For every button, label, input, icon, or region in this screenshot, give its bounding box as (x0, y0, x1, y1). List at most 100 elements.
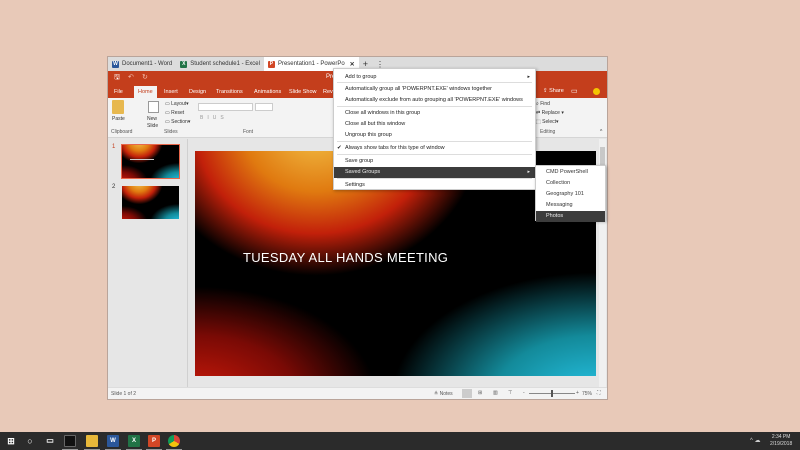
replace-label: Replace (541, 110, 560, 116)
menu-item-label: Ungroup this group (345, 132, 392, 138)
menu-item[interactable]: ✔ Always show tabs for this type of windo… (334, 143, 535, 154)
paste-button[interactable]: Paste (112, 116, 125, 122)
saved-group-item[interactable]: Collection (536, 178, 605, 189)
menu-item[interactable]: Settings (334, 180, 535, 191)
notes-button[interactable]: ≜ Notes (434, 391, 453, 397)
reset-label: Reset (171, 110, 185, 116)
section-label: Section (171, 119, 188, 125)
menu-separator (337, 141, 532, 142)
time: 2:34 PM (771, 434, 791, 440)
tab-context-menu: Add to group ▸ Automatically group all 'PO… (333, 68, 536, 190)
tab-label: Presentation1 - PowerPo (277, 61, 345, 67)
ribbon-tab-file[interactable]: File (110, 86, 127, 98)
collapse-ribbon-icon[interactable]: ^ (600, 129, 602, 135)
menu-item-label: Automatically exclude from auto grouping… (345, 97, 523, 103)
layout-button[interactable]: ▭ Layout▾ (165, 101, 189, 107)
comments-icon[interactable]: ▭ (571, 87, 578, 95)
close-tab-icon[interactable]: ✕ (350, 61, 355, 68)
new-slide-button[interactable]: New Slide (147, 116, 163, 130)
ribbon-tab-animations[interactable]: Animations (250, 86, 285, 98)
notes-label: Notes (439, 391, 453, 397)
menu-item-label: Settings (345, 182, 365, 188)
ribbon-tab-slideshow[interactable]: Slide Show (285, 86, 321, 98)
slides-group-label: Slides (164, 129, 178, 135)
saved-groups-submenu: CMD PowerShell Collection Geography 101 Mes… (535, 165, 606, 222)
slide-title[interactable]: TUESDAY ALL HANDS MEETING (243, 250, 448, 265)
menu-item[interactable]: Saved Groups ▸ (334, 167, 535, 178)
ribbon-tab-home[interactable]: Home (134, 86, 157, 98)
slide-thumbnail-1[interactable] (121, 144, 180, 179)
reset-button[interactable]: ▭ Reset (165, 110, 184, 116)
undo-icon[interactable]: ↶ (128, 73, 134, 81)
select-button[interactable]: ⬚ Select▾ (536, 119, 559, 125)
excel-icon: X (180, 60, 188, 68)
new-slide-icon[interactable] (148, 101, 159, 113)
select-label: Select (542, 119, 557, 125)
paste-icon[interactable] (112, 100, 124, 114)
word-taskbar-icon[interactable]: W (107, 435, 119, 447)
font-size-input[interactable] (255, 103, 273, 111)
saved-group-item[interactable]: CMD PowerShell (536, 167, 605, 178)
menu-item[interactable]: Close all windows in this group (334, 108, 535, 119)
font-name-input[interactable] (198, 103, 253, 111)
file-explorer-icon[interactable] (86, 435, 98, 447)
thumbnail-number: 2 (112, 184, 116, 190)
task-view-icon[interactable]: ▭ (44, 435, 56, 447)
saved-group-item[interactable]: Photos (536, 211, 605, 222)
slide-sorter-icon[interactable]: ⊞ (478, 390, 482, 396)
ribbon-tab-insert[interactable]: Insert (160, 86, 182, 98)
zoom-out-icon[interactable]: - (523, 390, 525, 396)
slide-counter: Slide 1 of 2 (111, 391, 137, 397)
submenu-arrow-icon: ▸ (527, 74, 530, 80)
powerpoint-taskbar-icon[interactable]: P (148, 435, 160, 447)
ribbon-tab-design[interactable]: Design (185, 86, 210, 98)
save-icon[interactable]: 🖫 (114, 73, 120, 84)
tab-excel[interactable]: X Student schedule1 - Excel (176, 57, 264, 71)
menu-item-label: Close all but this window (345, 121, 406, 127)
search-icon[interactable]: ○ (24, 435, 36, 447)
zoom-slider[interactable] (529, 390, 575, 397)
menu-item[interactable]: Close all but this window (334, 119, 535, 130)
zoom-in-icon[interactable]: + (576, 390, 579, 396)
smiley-icon[interactable] (593, 88, 600, 95)
normal-view-icon[interactable] (462, 389, 472, 398)
saved-group-item[interactable]: Geography 101 (536, 189, 605, 200)
menu-item[interactable]: Automatically exclude from auto grouping… (334, 95, 535, 106)
menu-item-label: Saved Groups (345, 169, 381, 175)
share-button[interactable]: ⇪ Share (543, 88, 564, 94)
menu-item[interactable]: Save group (334, 156, 535, 167)
slideshow-icon[interactable]: ⊤ (508, 390, 512, 396)
clipboard-group-label: Clipboard (111, 129, 133, 135)
slide-thumbnail-2[interactable] (122, 186, 179, 219)
redo-icon[interactable]: ↻ (142, 73, 148, 81)
menu-item[interactable]: Ungroup this group (334, 130, 535, 141)
find-button[interactable]: ⌕ Find (536, 101, 550, 107)
font-format-buttons[interactable]: BIUS (200, 115, 228, 121)
reading-view-icon[interactable]: ▥ (493, 390, 498, 396)
layout-label: Layout (171, 101, 187, 107)
thumbnail-number: 1 (112, 144, 116, 150)
zoom-slider-thumb[interactable] (551, 390, 553, 397)
editing-group-label: Editing (540, 129, 556, 135)
start-icon[interactable]: ⊞ (5, 435, 17, 447)
taskbar: ⊞ ○ ▭ W X P ^ ☁ 2:34 PM 2/19/2018 (0, 432, 800, 450)
tab-label: Document1 - Word (122, 61, 173, 67)
terminal-icon[interactable] (64, 435, 76, 447)
saved-group-item[interactable]: Messaging (536, 200, 605, 211)
chrome-icon[interactable] (168, 435, 180, 447)
excel-taskbar-icon[interactable]: X (128, 435, 140, 447)
menu-item-label: Save group (345, 158, 374, 164)
font-group-label: Font (243, 129, 254, 135)
menu-item[interactable]: Automatically group all 'POWERPNT.EXE' w… (334, 84, 535, 95)
replace-button[interactable]: ⇄ Replace ▾ (536, 110, 564, 116)
section-button[interactable]: ▭ Section▾ (165, 119, 190, 125)
clock[interactable]: 2:34 PM 2/19/2018 (770, 434, 792, 448)
ribbon-tab-transitions[interactable]: Transitions (212, 86, 247, 98)
menu-item[interactable]: Add to group ▸ (334, 72, 535, 83)
tray-icons[interactable]: ^ ☁ (750, 437, 760, 444)
fit-to-window-icon[interactable]: ⛶ (597, 390, 601, 396)
zoom-level[interactable]: 75% (582, 391, 592, 397)
tab-word[interactable]: W Document1 - Word (108, 57, 176, 71)
slide-thumbnails-pane: 1 2 (108, 139, 188, 387)
checkmark-icon: ✔ (337, 145, 342, 151)
